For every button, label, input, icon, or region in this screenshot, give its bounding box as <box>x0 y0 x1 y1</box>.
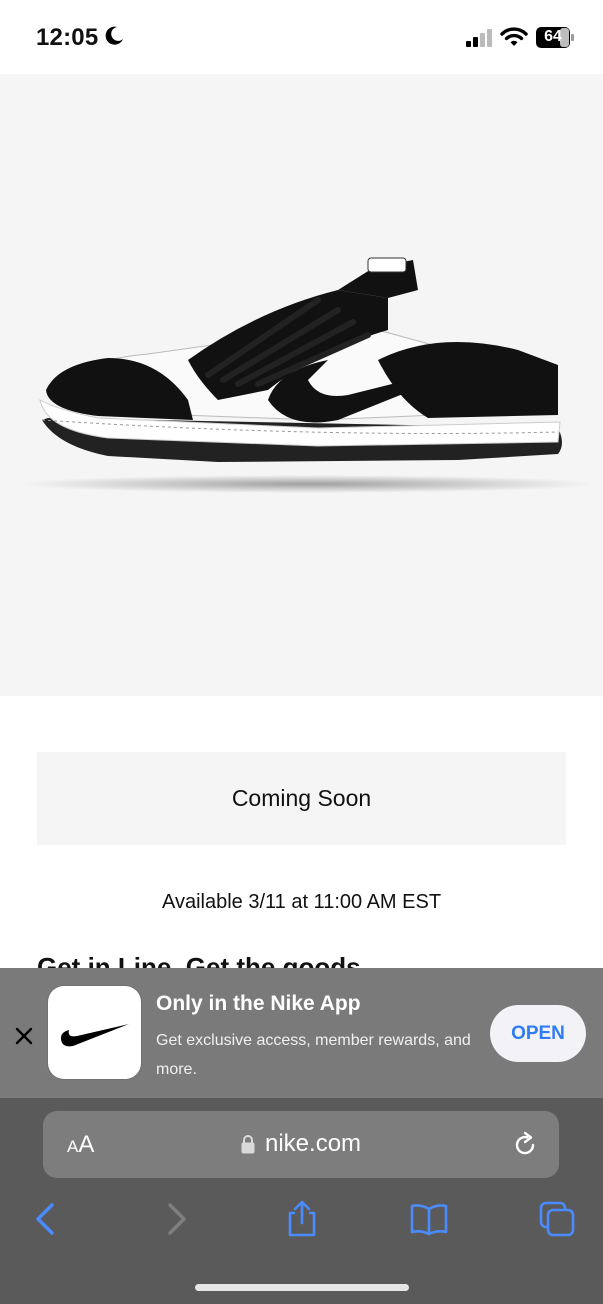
nike-app-icon[interactable] <box>48 986 141 1079</box>
product-image <box>18 257 588 493</box>
cellular-signal-icon <box>466 29 492 47</box>
close-icon[interactable] <box>14 1026 34 1046</box>
smart-app-banner: Only in the Nike App Get exclusive acces… <box>0 968 603 1098</box>
nike-swoosh-icon <box>60 1023 129 1046</box>
reload-icon[interactable] <box>511 1131 539 1159</box>
availability-text: Available 3/11 at 11:00 AM EST <box>161 891 442 913</box>
text-size-button[interactable]: AA <box>67 1131 94 1159</box>
coming-soon-button[interactable]: Coming Soon <box>37 752 566 845</box>
product-image-area[interactable] <box>0 74 603 696</box>
battery-level: 64 <box>544 28 562 45</box>
moon-icon <box>105 26 123 45</box>
tabs-icon[interactable] <box>537 1199 577 1239</box>
banner-subtitle: Get exclusive access, member rewards, an… <box>156 1032 471 1078</box>
bookmarks-icon[interactable] <box>409 1199 449 1239</box>
back-icon[interactable] <box>26 1199 66 1239</box>
browser-toolbar: AA nike.com <box>0 1098 603 1304</box>
lock-icon <box>241 1135 255 1154</box>
status-time: 12:05 <box>36 24 99 51</box>
wifi-icon <box>500 27 528 46</box>
banner-title: Only in the Nike App <box>156 992 361 1015</box>
home-indicator <box>195 1284 409 1291</box>
open-app-button[interactable]: OPEN <box>490 1005 586 1062</box>
share-icon[interactable] <box>282 1199 322 1239</box>
battery-icon: 64 <box>536 27 574 48</box>
forward-icon[interactable] <box>156 1199 196 1239</box>
url-text: nike.com <box>265 1130 362 1157</box>
address-bar[interactable]: AA nike.com <box>43 1111 559 1178</box>
status-bar: 12:05 64 <box>0 0 603 74</box>
